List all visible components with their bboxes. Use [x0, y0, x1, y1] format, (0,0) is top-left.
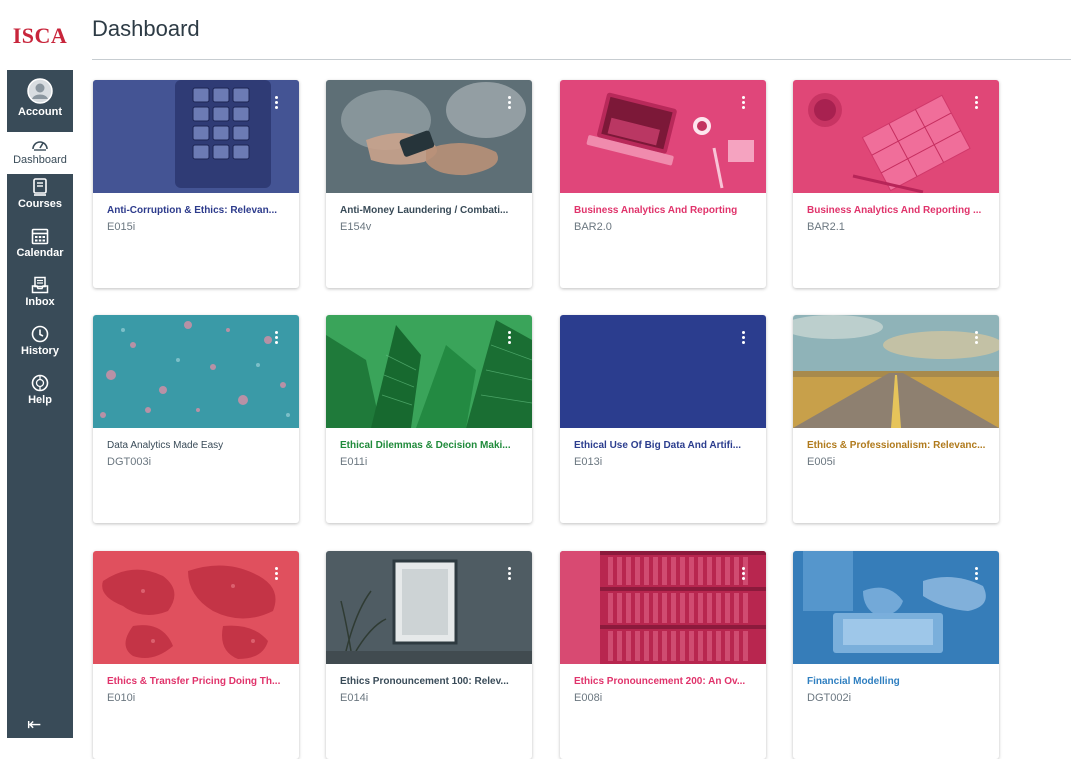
clock-icon — [31, 325, 49, 343]
card-options-icon[interactable] — [740, 96, 746, 116]
card-options-icon[interactable] — [506, 331, 512, 351]
course-title[interactable]: Business Analytics And Reporting ... — [807, 205, 989, 216]
nav-item-history[interactable]: History — [7, 325, 73, 365]
nav-label: Help — [28, 394, 52, 406]
course-card[interactable]: Business Analytics And Reporting ... BAR… — [793, 80, 999, 288]
course-card[interactable]: Business Analytics And Reporting BAR2.0 — [560, 80, 766, 288]
header-divider — [92, 59, 1071, 60]
handshake-image — [326, 80, 532, 193]
course-code: E013i — [574, 456, 603, 468]
course-card[interactable]: Financial Modelling DGT002i — [793, 551, 999, 759]
nav-label: Dashboard — [13, 154, 67, 166]
course-card[interactable]: Anti-Corruption & Ethics: Relevan... E01… — [93, 80, 299, 288]
laptop-hands-image — [793, 551, 999, 664]
course-card[interactable]: Ethics & Transfer Pricing Doing Th... E0… — [93, 551, 299, 759]
keypad-image — [93, 80, 299, 193]
course-card[interactable]: Anti-Money Laundering / Combati... E154v — [326, 80, 532, 288]
nav-item-help[interactable]: Help — [7, 374, 73, 414]
isca-logo[interactable]: ISCA — [7, 10, 73, 62]
course-card[interactable]: Ethical Use Of Big Data And Artifi... E0… — [560, 315, 766, 523]
card-hero-image[interactable] — [93, 80, 299, 193]
world-map-image — [93, 551, 299, 664]
course-card[interactable]: Ethical Dilemmas & Decision Maki... E011… — [326, 315, 532, 523]
card-hero-image[interactable] — [793, 80, 999, 193]
card-hero-image[interactable] — [793, 315, 999, 428]
card-options-icon[interactable] — [506, 567, 512, 587]
card-options-icon[interactable] — [273, 331, 279, 351]
course-title[interactable]: Ethical Use Of Big Data And Artifi... — [574, 440, 756, 451]
bookshelf-image — [560, 551, 766, 664]
course-code: E005i — [807, 456, 836, 468]
book-icon — [33, 178, 47, 196]
course-title[interactable]: Financial Modelling — [807, 676, 989, 687]
global-navigation: ISCA Account Dashboard Courses Calendar … — [0, 0, 80, 738]
card-options-icon[interactable] — [740, 331, 746, 351]
bokeh-image — [93, 315, 299, 428]
course-card[interactable]: Data Analytics Made Easy DGT003i — [93, 315, 299, 523]
course-code: E010i — [107, 692, 136, 704]
course-title[interactable]: Ethics Pronouncement 100: Relev... — [340, 676, 522, 687]
course-title[interactable]: Anti-Corruption & Ethics: Relevan... — [107, 205, 289, 216]
course-code: DGT002i — [807, 692, 852, 704]
course-code: E154v — [340, 221, 372, 233]
course-code: BAR2.1 — [807, 221, 845, 233]
nav-label: Calendar — [16, 247, 64, 259]
card-hero-image[interactable] — [793, 551, 999, 664]
nav-label: History — [21, 345, 59, 357]
road-image — [793, 315, 999, 428]
help-icon — [31, 374, 49, 392]
card-hero-image[interactable] — [93, 551, 299, 664]
course-code: BAR2.0 — [574, 221, 612, 233]
course-title[interactable]: Ethics & Transfer Pricing Doing Th... — [107, 676, 289, 687]
course-code: E008i — [574, 692, 603, 704]
card-hero-image[interactable] — [560, 315, 766, 428]
avatar-icon — [27, 78, 53, 104]
nav-item-courses[interactable]: Courses — [7, 178, 73, 218]
card-options-icon[interactable] — [973, 567, 979, 587]
course-title[interactable]: Ethics Pronouncement 200: An Ov... — [574, 676, 756, 687]
nav-item-inbox[interactable]: Inbox — [7, 276, 73, 316]
card-options-icon[interactable] — [506, 96, 512, 116]
card-options-icon[interactable] — [740, 567, 746, 587]
nav-rail: Account Dashboard Courses Calendar Inbox… — [7, 70, 73, 738]
inbox-icon — [31, 276, 49, 294]
course-card[interactable]: Ethics & Professionalism: Relevanc... E0… — [793, 315, 999, 523]
card-options-icon[interactable] — [973, 331, 979, 351]
laptop-image — [560, 80, 766, 193]
card-options-icon[interactable] — [273, 567, 279, 587]
course-title[interactable]: Data Analytics Made Easy — [107, 440, 289, 451]
card-hero-image[interactable] — [93, 315, 299, 428]
card-options-icon[interactable] — [273, 96, 279, 116]
course-title[interactable]: Anti-Money Laundering / Combati... — [340, 205, 522, 216]
nav-item-dashboard[interactable]: Dashboard — [7, 132, 73, 174]
card-options-icon[interactable] — [973, 96, 979, 116]
course-card[interactable]: Ethics Pronouncement 100: Relev... E014i — [326, 551, 532, 759]
course-code: E015i — [107, 221, 136, 233]
frame-plant-image — [326, 551, 532, 664]
course-code: DGT003i — [107, 456, 152, 468]
dashboard-gauge-icon — [32, 141, 48, 151]
page-title: Dashboard — [92, 16, 200, 41]
collapse-nav-icon[interactable]: ⇤ — [27, 715, 41, 735]
course-title[interactable]: Business Analytics And Reporting — [574, 205, 756, 216]
card-hero-image[interactable] — [326, 551, 532, 664]
card-hero-image[interactable] — [326, 315, 532, 428]
skyscrapers-image — [326, 315, 532, 428]
logo-text: ISCA — [12, 23, 68, 48]
nav-item-account[interactable]: Account — [7, 78, 73, 124]
course-code: E011i — [340, 456, 368, 468]
calendar-icon — [31, 228, 49, 245]
nav-label: Account — [18, 106, 62, 118]
nav-item-calendar[interactable]: Calendar — [7, 227, 73, 267]
course-card[interactable]: Ethics Pronouncement 200: An Ov... E008i — [560, 551, 766, 759]
course-code: E014i — [340, 692, 369, 704]
desk-papers-image — [793, 80, 999, 193]
card-hero-image[interactable] — [560, 551, 766, 664]
course-title[interactable]: Ethics & Professionalism: Relevanc... — [807, 440, 989, 451]
card-hero-image[interactable] — [560, 80, 766, 193]
course-title[interactable]: Ethical Dilemmas & Decision Maki... — [340, 440, 522, 451]
nav-label: Inbox — [25, 296, 55, 308]
nav-label: Courses — [17, 198, 63, 210]
card-hero-image[interactable] — [326, 80, 532, 193]
